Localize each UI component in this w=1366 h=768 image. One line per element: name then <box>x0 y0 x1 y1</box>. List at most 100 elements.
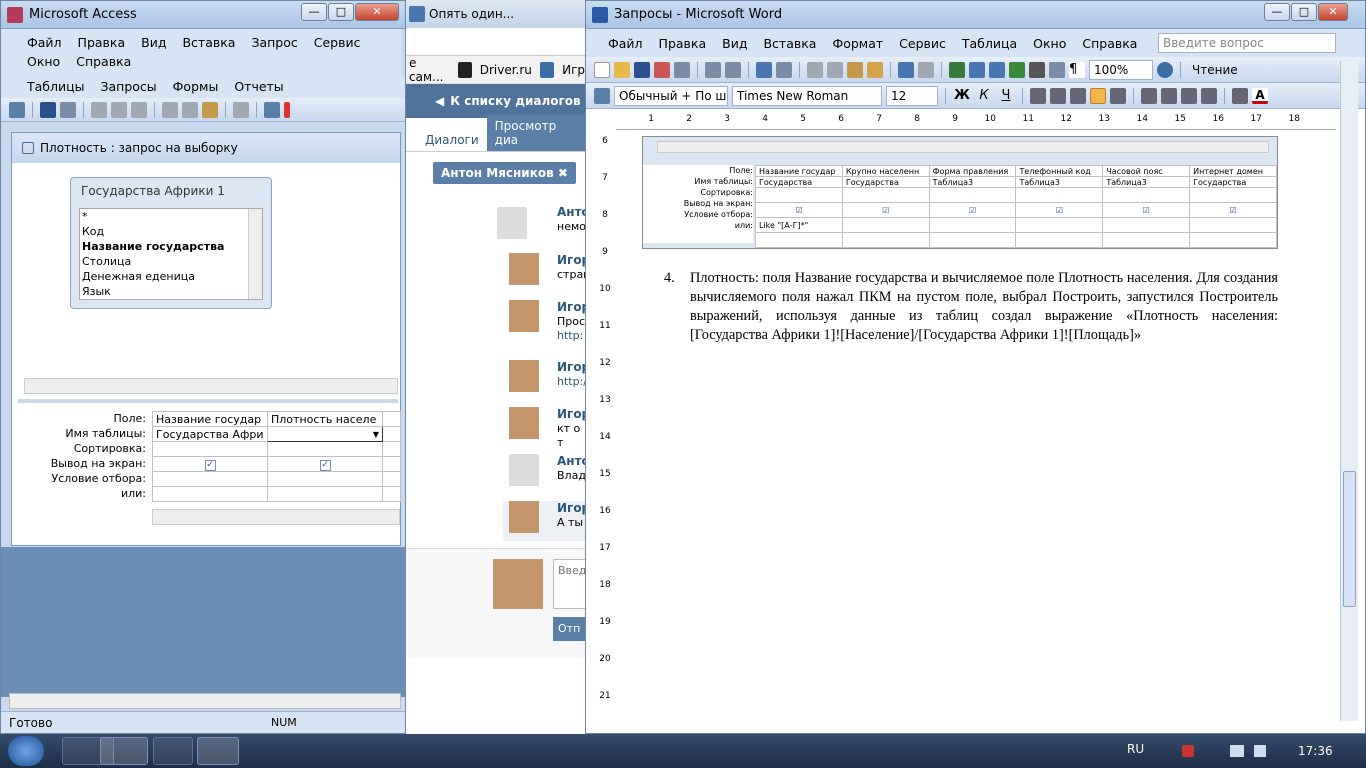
styles-icon[interactable] <box>594 87 610 104</box>
paragraph-text[interactable]: Плотность: поля Название государства и в… <box>690 269 1278 345</box>
grid-cell[interactable] <box>267 441 383 457</box>
email-icon[interactable] <box>674 61 690 78</box>
italic-button[interactable]: К <box>975 88 993 103</box>
avatar[interactable] <box>509 300 539 332</box>
redo-icon[interactable] <box>918 61 934 78</box>
new-icon[interactable] <box>594 61 610 78</box>
tables-borders-icon[interactable] <box>969 61 985 78</box>
read-button[interactable]: Чтение <box>1192 63 1238 77</box>
align-left-icon[interactable] <box>1030 87 1046 104</box>
show-hide-icon[interactable]: ¶ <box>1069 61 1085 78</box>
avatar[interactable] <box>509 454 539 486</box>
message-link[interactable]: http: <box>557 329 583 342</box>
menu-table[interactable]: Таблица <box>962 36 1017 51</box>
language-indicator[interactable]: RU <box>1127 742 1144 756</box>
print-icon[interactable] <box>91 101 107 118</box>
research-icon[interactable] <box>776 61 792 78</box>
ask-question-input[interactable]: Введите вопрос <box>1158 33 1336 53</box>
menu-query[interactable]: Запрос <box>251 35 297 50</box>
explorer-taskbar-icon[interactable] <box>153 737 193 765</box>
access-horizontal-scrollbar[interactable] <box>9 693 401 709</box>
field-item[interactable]: Столица <box>82 254 262 269</box>
font-color-icon[interactable]: A <box>1252 87 1268 104</box>
paste-icon[interactable] <box>202 101 218 118</box>
save-icon[interactable] <box>40 101 56 118</box>
insert-table-icon[interactable] <box>989 61 1005 78</box>
columns-icon[interactable] <box>1029 61 1045 78</box>
list-item[interactable]: Игор кт о т <box>503 407 590 454</box>
hyperlink-icon[interactable] <box>949 61 965 78</box>
avatar[interactable] <box>509 501 539 533</box>
bookmark[interactable]: Игр <box>562 63 585 77</box>
spellcheck-icon[interactable] <box>131 101 147 118</box>
table-list-title[interactable]: Государства Африки 1 <box>71 178 271 204</box>
checkbox[interactable]: ✓ <box>319 460 331 471</box>
list-item[interactable]: Анто немо <box>497 205 590 253</box>
menu-edit[interactable]: Правка <box>659 36 707 51</box>
numbering-icon[interactable] <box>1141 87 1157 104</box>
permission-icon[interactable] <box>654 61 670 78</box>
style-select[interactable]: Обычный + По ш <box>614 85 728 106</box>
cut-icon[interactable] <box>162 101 178 118</box>
open-icon[interactable] <box>614 61 630 78</box>
avatar[interactable] <box>493 559 543 609</box>
menu-window[interactable]: Окно <box>27 54 60 69</box>
avatar[interactable] <box>497 207 527 239</box>
horizontal-ruler[interactable]: 1 2 3 4 5 6 7 8 9 10 11 12 13 14 15 16 1… <box>616 114 1336 130</box>
menu-queries[interactable]: Запросы <box>101 79 157 94</box>
undo-icon[interactable] <box>898 61 914 78</box>
grid-cell[interactable] <box>152 441 268 457</box>
menu-file[interactable]: Файл <box>608 36 643 51</box>
horizontal-scrollbar[interactable] <box>24 378 398 394</box>
checkbox[interactable]: ✓ <box>204 460 216 471</box>
grid-cell[interactable]: Название государ <box>152 411 268 427</box>
avatar[interactable] <box>509 253 539 285</box>
menu-view[interactable]: Вид <box>141 35 166 50</box>
view-icon[interactable] <box>9 101 25 118</box>
vertical-ruler[interactable]: 6 7 8 9 10 11 12 13 14 15 16 17 18 19 20… <box>598 136 612 731</box>
justify-icon[interactable] <box>1090 87 1106 104</box>
list-item[interactable]: Игор http:/ <box>503 360 590 407</box>
back-to-dialogs-bar[interactable]: ◀ К списку диалогов <box>405 84 585 118</box>
grid-cell[interactable] <box>152 486 268 502</box>
avatar[interactable] <box>509 407 539 439</box>
grid-cell[interactable]: Государства Афри <box>152 426 268 442</box>
menu-view[interactable]: Вид <box>722 36 747 51</box>
clock[interactable]: 17:36 <box>1298 744 1333 758</box>
menu-insert[interactable]: Вставка <box>182 35 235 50</box>
menu-window[interactable]: Окно <box>1033 36 1066 51</box>
list-item[interactable]: Игор стран <box>503 253 590 300</box>
align-right-icon[interactable] <box>1070 87 1086 104</box>
menu-format[interactable]: Формат <box>832 36 883 51</box>
save-icon[interactable] <box>634 61 650 78</box>
network-icon[interactable] <box>1230 745 1244 757</box>
field-item[interactable]: * <box>82 209 262 224</box>
copy-icon[interactable] <box>827 61 843 78</box>
menu-help[interactable]: Справка <box>1082 36 1137 51</box>
paste-icon[interactable] <box>847 61 863 78</box>
spellcheck-icon[interactable] <box>756 61 772 78</box>
grid-cell[interactable] <box>152 471 268 487</box>
run-icon[interactable] <box>284 101 290 118</box>
close-icon[interactable]: ✖ <box>558 166 568 180</box>
bold-button[interactable]: Ж <box>953 88 971 103</box>
grid-cell[interactable]: ✓ <box>152 456 268 472</box>
message-link[interactable]: http:/ <box>557 375 587 388</box>
font-size-select[interactable]: 12 <box>886 85 938 106</box>
list-item[interactable]: Игор Прось http: <box>503 300 592 360</box>
bullets-icon[interactable] <box>1161 87 1177 104</box>
list-item[interactable]: Анто Влади <box>503 454 593 501</box>
query-type-icon[interactable] <box>264 101 280 118</box>
zoom-select[interactable]: 100% <box>1089 59 1153 80</box>
maximize-button[interactable]: □ <box>1291 3 1317 21</box>
minimize-button[interactable]: — <box>1264 3 1290 21</box>
underline-button[interactable]: Ч <box>997 88 1015 103</box>
list-paragraph[interactable]: 4. Плотность: поля Название государства … <box>664 269 1278 345</box>
minimize-button[interactable]: — <box>301 3 327 21</box>
undo-icon[interactable] <box>233 101 249 118</box>
close-button[interactable]: ✕ <box>1318 3 1348 21</box>
start-button[interactable] <box>8 736 44 766</box>
font-select[interactable]: Times New Roman <box>732 85 882 106</box>
recipient-chip[interactable]: Антон Мясников ✖ <box>433 162 576 184</box>
menu-forms[interactable]: Формы <box>173 79 219 94</box>
